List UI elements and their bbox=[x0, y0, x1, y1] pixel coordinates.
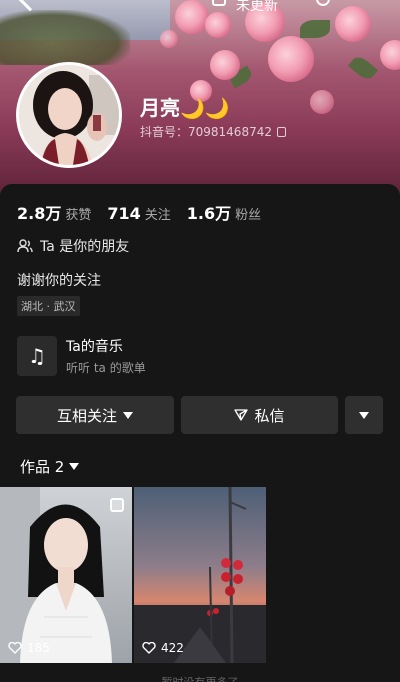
more-icon[interactable]: ··· bbox=[360, 0, 380, 9]
tab-works[interactable]: 作品 2 bbox=[20, 456, 80, 477]
message-button-label: 私信 bbox=[254, 406, 285, 425]
post-thumbnail[interactable]: 422 bbox=[134, 487, 266, 663]
music-subtitle: 听听 ta 的歌单 bbox=[66, 361, 146, 375]
music-card[interactable]: ♫ Ta的音乐 听听 ta 的歌单 bbox=[17, 335, 317, 377]
avatar-photo bbox=[19, 65, 119, 165]
followers-label[interactable]: 粉丝 bbox=[235, 204, 261, 223]
post-image bbox=[0, 487, 132, 663]
post-image bbox=[134, 487, 266, 663]
douyin-id[interactable]: 抖音号：70981468742 bbox=[140, 123, 286, 140]
multi-image-icon bbox=[110, 498, 124, 512]
likes-count: 2.8万 bbox=[17, 204, 62, 223]
more-options-button[interactable] bbox=[345, 396, 383, 434]
chevron-down-icon bbox=[359, 411, 369, 419]
friend-text: Ta 是你的朋友 bbox=[40, 239, 130, 255]
location-tag: 湖北 · 武汉 bbox=[17, 296, 80, 316]
chevron-down-icon bbox=[69, 463, 80, 470]
update-status-label[interactable]: 未更新 bbox=[236, 0, 278, 15]
post-likes-count: 422 bbox=[161, 641, 184, 655]
post-likes: 422 bbox=[142, 641, 184, 655]
bio: 谢谢你的关注 bbox=[17, 273, 101, 289]
post-likes: 185 bbox=[8, 641, 50, 655]
copy-icon[interactable] bbox=[276, 127, 286, 137]
following-count[interactable]: 714 bbox=[107, 204, 140, 223]
douyin-id-text: 抖音号：70981468742 bbox=[140, 125, 272, 139]
top-bar: 未更新 ··· bbox=[0, 0, 400, 14]
post-grid: 185 422 bbox=[0, 487, 266, 663]
heart-icon bbox=[8, 642, 22, 654]
followers-count[interactable]: 1.6万 bbox=[187, 200, 231, 224]
heart-icon bbox=[142, 642, 156, 654]
avatar[interactable] bbox=[16, 62, 122, 168]
post-likes-count: 185 bbox=[27, 641, 50, 655]
end-of-list-hint: 暂时没有更多了 bbox=[0, 674, 400, 682]
music-note-icon: ♫ bbox=[17, 336, 57, 376]
following-label[interactable]: 关注 bbox=[145, 204, 171, 223]
works-tab-label: 作品 2 bbox=[20, 458, 65, 476]
post-thumbnail[interactable]: 185 bbox=[0, 487, 132, 663]
friend-indicator: Ta 是你的朋友 bbox=[17, 236, 129, 256]
search-icon[interactable] bbox=[316, 0, 330, 6]
mutual-follow-button[interactable]: 互相关注 bbox=[16, 396, 174, 434]
send-icon bbox=[234, 409, 249, 421]
username: 月亮🌙🌙 bbox=[140, 96, 230, 120]
music-title: Ta的音乐 bbox=[66, 339, 123, 355]
follow-button-label: 互相关注 bbox=[56, 406, 117, 425]
refresh-icon[interactable] bbox=[212, 0, 226, 6]
users-icon bbox=[17, 239, 33, 253]
likes-label: 获赞 bbox=[65, 208, 92, 223]
back-arrow-icon[interactable] bbox=[18, 0, 42, 12]
chevron-down-icon bbox=[123, 411, 133, 419]
message-button[interactable]: 私信 bbox=[181, 396, 338, 434]
stats-row: 2.8万 获赞 714 关注 1.6万 粉丝 bbox=[17, 200, 277, 224]
